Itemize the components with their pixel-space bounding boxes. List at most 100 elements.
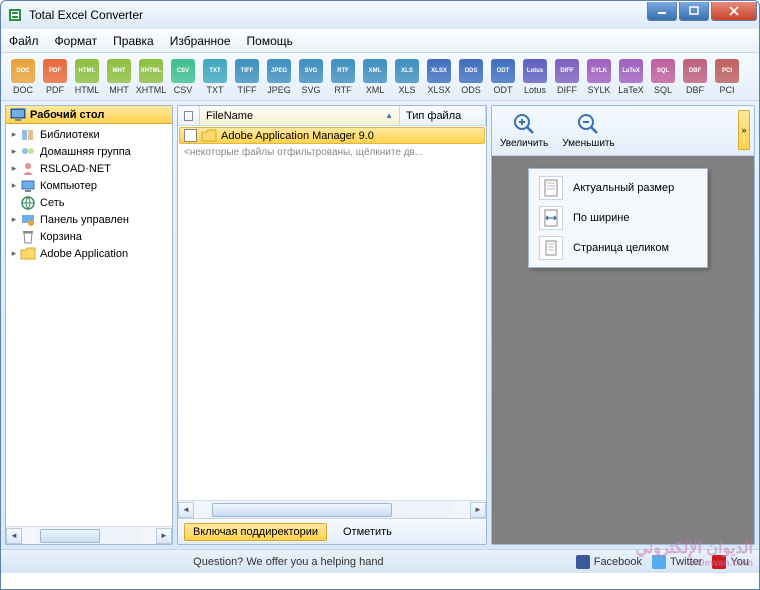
tree-item[interactable]: ▸Компьютер bbox=[6, 177, 172, 194]
preview-panel: Увеличить Уменьшить » Актуальный размер bbox=[491, 105, 755, 545]
expand-arrow-icon[interactable]: ▸ bbox=[8, 163, 20, 174]
format-jpeg[interactable]: JPEGJPEG bbox=[263, 59, 295, 95]
format-ods[interactable]: ODSODS bbox=[455, 59, 487, 95]
social-facebook[interactable]: Facebook bbox=[576, 555, 642, 569]
social-twitter[interactable]: Twitter bbox=[652, 555, 702, 569]
format-sql[interactable]: SQLSQL bbox=[647, 59, 679, 95]
format-label: ODS bbox=[461, 85, 481, 95]
tree-item[interactable]: Корзина bbox=[6, 228, 172, 245]
format-icon: TXT bbox=[203, 59, 227, 83]
col-checkbox[interactable] bbox=[178, 106, 200, 125]
expand-arrow-icon[interactable]: ▸ bbox=[8, 129, 20, 140]
ctx-whole-page[interactable]: Страница целиком bbox=[533, 233, 703, 263]
tree-item[interactable]: ▸Библиотеки bbox=[6, 126, 172, 143]
column-headers: FileName▲ Тип файла bbox=[178, 106, 486, 126]
menu-file[interactable]: Файл bbox=[9, 34, 39, 48]
expand-arrow-icon[interactable]: ▸ bbox=[8, 214, 20, 225]
tree-root[interactable]: Рабочий стол bbox=[6, 106, 172, 124]
youtube-label: You bbox=[730, 556, 749, 568]
statusbar: Question? We offer you a helping hand Fa… bbox=[1, 549, 759, 573]
tree-body: ▸Библиотеки▸Домашняя группа▸RSLOAD·NET▸К… bbox=[6, 124, 172, 526]
format-sylk[interactable]: SYLKSYLK bbox=[583, 59, 615, 95]
format-icon: SVG bbox=[299, 59, 323, 83]
user-icon bbox=[20, 161, 36, 177]
format-label: XML bbox=[366, 85, 385, 95]
include-subdirs-button[interactable]: Включая поддиректории bbox=[184, 523, 327, 541]
tree-item[interactable]: ▸RSLOAD·NET bbox=[6, 160, 172, 177]
format-icon: XML bbox=[363, 59, 387, 83]
file-row[interactable]: Adobe Application Manager 9.0 bbox=[179, 127, 485, 144]
format-odt[interactable]: ODT ODT bbox=[487, 59, 519, 95]
ctx-fit-width[interactable]: По ширине bbox=[533, 203, 703, 233]
row-checkbox[interactable] bbox=[184, 129, 197, 142]
format-icon: XLS bbox=[395, 59, 419, 83]
format-label: ODT bbox=[494, 85, 513, 95]
format-xml[interactable]: XML XML bbox=[359, 59, 391, 95]
format-doc[interactable]: DOCDOC bbox=[7, 59, 39, 95]
format-mht[interactable]: MHTMHT bbox=[103, 59, 135, 95]
help-text[interactable]: Question? We offer you a helping hand bbox=[11, 556, 566, 568]
format-dbf[interactable]: DBFDBF bbox=[679, 59, 711, 95]
expand-arrow-icon[interactable]: ▸ bbox=[8, 146, 20, 157]
social-youtube[interactable]: You bbox=[712, 555, 749, 569]
ctx-width-label: По ширине bbox=[573, 212, 630, 224]
tree-item[interactable]: ▸Домашняя группа bbox=[6, 143, 172, 160]
scroll-left-icon[interactable]: ◄ bbox=[6, 528, 22, 544]
col-filename[interactable]: FileName▲ bbox=[200, 106, 400, 125]
format-svg[interactable]: SVGSVG bbox=[295, 59, 327, 95]
format-rtf[interactable]: RTFRTF bbox=[327, 59, 359, 95]
minimize-button[interactable] bbox=[647, 2, 677, 21]
ctx-actual-size[interactable]: Актуальный размер bbox=[533, 173, 703, 203]
mark-button[interactable]: Отметить bbox=[335, 524, 400, 540]
format-txt[interactable]: TXTTXT bbox=[199, 59, 231, 95]
page-whole-icon bbox=[539, 236, 563, 260]
toolbar-overflow-button[interactable]: » bbox=[738, 110, 750, 150]
scroll-right-icon[interactable]: ► bbox=[470, 502, 486, 518]
zoom-out-button[interactable]: Уменьшить bbox=[562, 112, 614, 149]
titlebar[interactable]: Total Excel Converter bbox=[1, 1, 759, 29]
preview-toolbar: Увеличить Уменьшить » bbox=[492, 106, 754, 156]
format-csv[interactable]: CSVCSV bbox=[167, 59, 199, 95]
folder-icon bbox=[201, 129, 217, 143]
format-pci[interactable]: PCIPCI bbox=[711, 59, 743, 95]
scroll-left-icon[interactable]: ◄ bbox=[178, 502, 194, 518]
format-xls[interactable]: XLSXLS bbox=[391, 59, 423, 95]
format-label: SYLK bbox=[587, 85, 610, 95]
format-xhtml[interactable]: XHTMLXHTML bbox=[135, 59, 167, 95]
col-filetype-label: Тип файла bbox=[406, 110, 461, 122]
menu-edit[interactable]: Правка bbox=[113, 34, 154, 48]
maximize-button[interactable] bbox=[679, 2, 709, 21]
tree-item-label: Сеть bbox=[40, 197, 64, 209]
tree-item[interactable]: ▸Adobe Application bbox=[6, 245, 172, 262]
zoom-in-button[interactable]: Увеличить bbox=[500, 112, 548, 149]
expand-arrow-icon[interactable]: ▸ bbox=[8, 248, 20, 259]
format-icon: SQL bbox=[651, 59, 675, 83]
window-title: Total Excel Converter bbox=[29, 8, 753, 22]
scroll-right-icon[interactable]: ► bbox=[156, 528, 172, 544]
format-latex[interactable]: LaTeXLaTeX bbox=[615, 59, 647, 95]
filter-note[interactable]: <некоторые файлы отфильтрованы, щёлкните… bbox=[178, 145, 486, 160]
file-hscroll[interactable]: ◄ ► bbox=[178, 500, 486, 518]
format-icon: ODT bbox=[491, 59, 515, 83]
format-icon: XLSX bbox=[427, 59, 451, 83]
main-content: Рабочий стол ▸Библиотеки▸Домашняя группа… bbox=[1, 101, 759, 549]
format-html[interactable]: HTMLHTML bbox=[71, 59, 103, 95]
menu-help[interactable]: Помощь bbox=[247, 34, 293, 48]
tree-hscroll[interactable]: ◄ ► bbox=[6, 526, 172, 544]
tree-item-label: Панель управлен bbox=[40, 214, 129, 226]
menu-favorites[interactable]: Избранное bbox=[170, 34, 231, 48]
format-lotus[interactable]: LotusLotus bbox=[519, 59, 551, 95]
format-diff[interactable]: DIFFDIFF bbox=[551, 59, 583, 95]
close-button[interactable] bbox=[711, 2, 757, 21]
format-icon: XHTML bbox=[139, 59, 163, 83]
tree-item[interactable]: ▸ Панель управлен bbox=[6, 211, 172, 228]
col-filename-label: FileName bbox=[206, 110, 253, 122]
preview-body: Актуальный размер По ширине Страница цел… bbox=[492, 156, 754, 544]
expand-arrow-icon[interactable]: ▸ bbox=[8, 180, 20, 191]
menu-format[interactable]: Формат bbox=[55, 34, 98, 48]
format-pdf[interactable]: PDFPDF bbox=[39, 59, 71, 95]
col-filetype[interactable]: Тип файла bbox=[400, 106, 486, 125]
format-tiff[interactable]: TIFFTIFF bbox=[231, 59, 263, 95]
tree-item[interactable]: Сеть bbox=[6, 194, 172, 211]
format-xlsx[interactable]: XLSXXLSX bbox=[423, 59, 455, 95]
